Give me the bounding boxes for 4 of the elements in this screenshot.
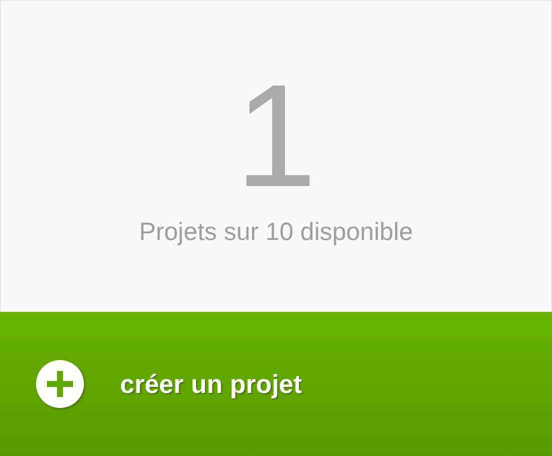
project-count: 1 (235, 63, 317, 209)
availability-caption: Projets sur 10 disponible (139, 217, 413, 247)
create-project-button[interactable]: créer un projet (0, 312, 552, 456)
plus-icon (36, 360, 84, 408)
